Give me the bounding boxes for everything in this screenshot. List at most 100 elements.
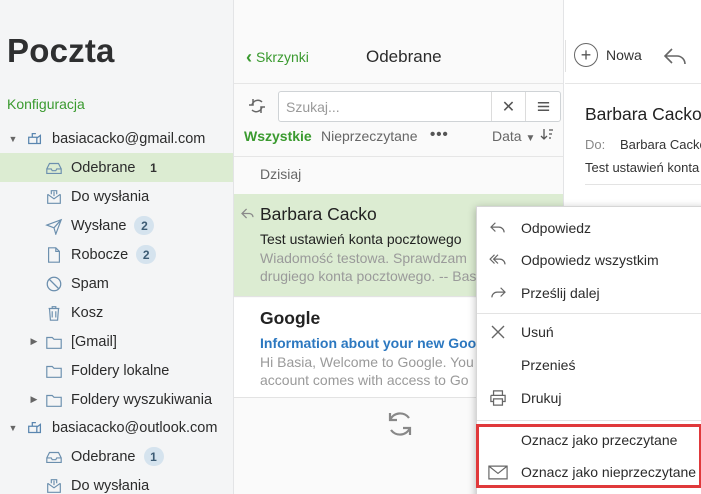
context-menu: Odpowiedz Odpowiedz wszystkim Prześlij d… [476, 206, 701, 494]
unread-count-badge: 1 [143, 447, 164, 466]
search-box: ✕ [278, 91, 561, 122]
outbox-icon [44, 187, 64, 207]
folder-label: Do wysłania [71, 188, 150, 205]
menu-item-delete[interactable]: Usuń [477, 317, 701, 347]
message-sender: Google [260, 308, 321, 328]
trash-icon [44, 303, 64, 323]
folder-icon [44, 390, 64, 410]
sort-dropdown[interactable]: Data ▼ [492, 128, 535, 144]
folder-label: Foldery lokalne [71, 362, 170, 379]
chevron-left-icon: ‹ [246, 47, 252, 67]
divider [234, 83, 563, 84]
message-subject: Information about your new Googl [260, 335, 489, 351]
new-label: Nowa [606, 47, 642, 63]
folder-local[interactable]: Foldery lokalne [0, 356, 233, 385]
account-row-outlook[interactable]: ▼ basiacacko@outlook.com [0, 413, 233, 442]
folder-label: [Gmail] [71, 333, 117, 350]
configuration-link[interactable]: Konfiguracja [7, 96, 85, 112]
menu-item-print[interactable]: Drukuj [477, 383, 701, 413]
drafts-icon [44, 245, 64, 265]
expand-caret-icon[interactable]: ▶ [28, 336, 40, 348]
folder-search[interactable]: ▶ Foldery wyszukiwania [0, 385, 233, 414]
folder-sent[interactable]: Wysłane 2 [0, 211, 233, 240]
back-to-mailboxes-button[interactable]: ‹ Skrzynki [246, 48, 309, 66]
more-filters-icon[interactable]: ••• [430, 126, 449, 143]
menu-item-label: Odpowiedz [521, 220, 592, 236]
folder-icon [44, 361, 64, 381]
print-icon [487, 387, 509, 409]
menu-item-reply-all[interactable]: Odpowiedz wszystkim [477, 245, 701, 275]
folder-icon [44, 332, 64, 352]
account-row-gmail[interactable]: ▼ basiacacko@gmail.com [0, 124, 233, 153]
recipient-label: Do: [585, 137, 606, 152]
folder-label: Odebrane [71, 448, 136, 465]
mailbox-icon [25, 418, 45, 438]
expand-caret-icon[interactable]: ▶ [28, 394, 40, 406]
mailbox-icon [25, 129, 45, 149]
menu-item-label: Usuń [521, 324, 554, 340]
sidebar: Poczta Konfiguracja ▼ basiacacko@gmail.c… [0, 0, 234, 494]
folder-drafts[interactable]: Robocze 2 [0, 240, 233, 269]
folder-spam[interactable]: Spam [0, 269, 233, 298]
folder-label: Do wysłania [71, 477, 150, 494]
filter-unread-tab[interactable]: Nieprzeczytane [321, 128, 418, 144]
menu-item-label: Przenieś [521, 357, 576, 373]
menu-item-forward[interactable]: Prześlij dalej [477, 278, 701, 308]
folder-label: Foldery wyszukiwania [71, 391, 213, 408]
reply-icon [487, 217, 509, 239]
folder-gmail[interactable]: ▶ [Gmail] [0, 327, 233, 356]
divider [565, 83, 701, 84]
folder-title: Odebrane [366, 47, 442, 66]
sent-icon [44, 216, 64, 236]
menu-item-label: Oznacz jako przeczytane [521, 432, 678, 448]
menu-item-mark-read[interactable]: Oznacz jako przeczytane [477, 425, 701, 455]
count-badge: 2 [134, 216, 155, 235]
clear-search-icon[interactable]: ✕ [491, 92, 525, 121]
back-label: Skrzynki [256, 49, 309, 65]
reply-icon[interactable] [663, 46, 687, 66]
date-group-header: Dzisiaj [260, 166, 302, 182]
menu-item-label: Prześlij dalej [521, 285, 600, 301]
inbox-icon [44, 158, 64, 178]
hamburger-menu-icon[interactable] [525, 92, 560, 121]
caret-down-icon: ▼ [525, 133, 536, 144]
collapse-caret-icon[interactable]: ▼ [7, 133, 19, 145]
message-subject: Test ustawień konta pocztowego [260, 231, 462, 247]
sort-label: Data [492, 128, 522, 144]
collapse-caret-icon[interactable]: ▼ [7, 422, 19, 434]
menu-separator [477, 313, 701, 314]
sort-direction-icon[interactable] [540, 127, 554, 144]
menu-item-label: Odpowiedz wszystkim [521, 252, 659, 268]
refresh-icon[interactable] [384, 408, 416, 440]
filter-all-tab[interactable]: Wszystkie [244, 128, 312, 144]
sync-icon[interactable] [247, 96, 267, 116]
menu-item-reply[interactable]: Odpowiedz [477, 213, 701, 243]
spam-icon [44, 274, 64, 294]
menu-item-move[interactable]: Przenieś [477, 350, 701, 380]
new-message-button[interactable]: + Nowa [574, 43, 642, 67]
outbox-icon [44, 476, 64, 494]
search-input[interactable] [286, 92, 486, 121]
account-name: basiacacko@outlook.com [52, 419, 218, 436]
count-badge: 2 [136, 245, 157, 264]
delete-icon [487, 321, 509, 343]
inbox-icon [44, 447, 64, 467]
folder-trash[interactable]: Kosz [0, 298, 233, 327]
app-title: Poczta [7, 32, 115, 69]
divider [585, 184, 701, 185]
folder-outbox[interactable]: Do wysłania [0, 182, 233, 211]
menu-item-mark-unread[interactable]: Oznacz jako nieprzeczytane [477, 457, 701, 487]
menu-item-label: Drukuj [521, 390, 562, 406]
folder-inbox[interactable]: Odebrane 1 [0, 442, 233, 471]
forward-icon [487, 282, 509, 304]
reply-all-icon [487, 249, 509, 271]
folder-label: Wysłane [71, 217, 127, 234]
folder-label: Odebrane [71, 159, 136, 176]
account-name: basiacacko@gmail.com [52, 130, 206, 147]
folder-outbox[interactable]: Do wysłania [0, 471, 233, 494]
menu-item-label: Oznacz jako nieprzeczytane [521, 464, 697, 480]
divider [234, 156, 563, 157]
message-subject: Test ustawień konta [585, 160, 700, 175]
divider [565, 40, 566, 72]
folder-inbox[interactable]: Odebrane 1 [0, 153, 233, 182]
